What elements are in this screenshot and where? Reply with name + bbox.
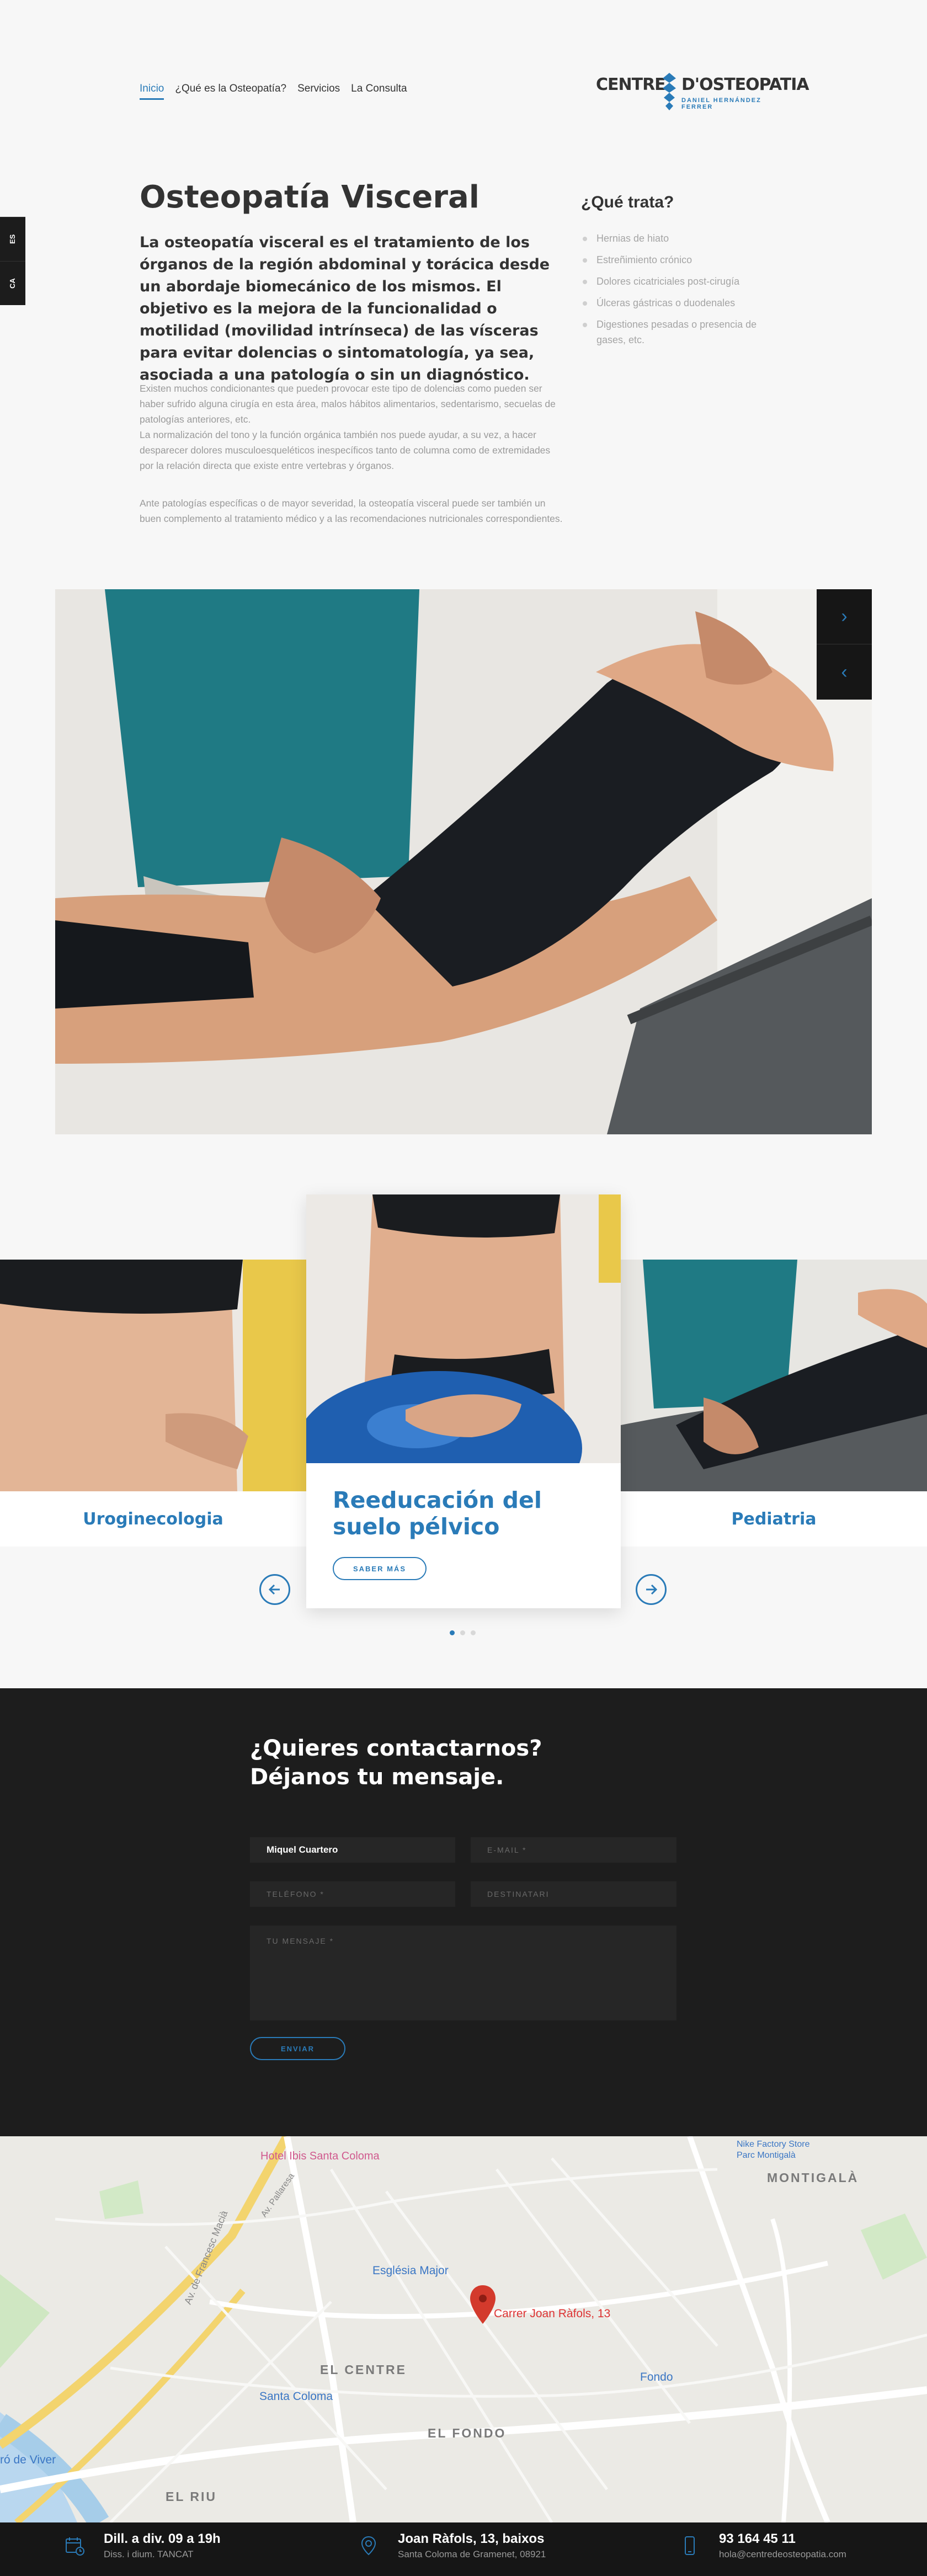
intro-paragraph-3: Ante patologías específicas o de mayor s…	[140, 498, 563, 524]
footer-email[interactable]: hola@centredeosteopatia.com	[719, 2549, 846, 2560]
treats-list: Hernias de hiato Estreñimiento crónico D…	[581, 231, 785, 354]
map-label-address: Carrer Joan Ràfols, 13	[494, 2307, 611, 2320]
recipient-field[interactable]: DESTINATARI	[471, 1881, 676, 1907]
language-switcher: ES CA	[0, 217, 25, 305]
map-label-viver: ró de Viver	[0, 2454, 56, 2466]
message-field[interactable]: TU MENSAJE *	[250, 1926, 676, 2020]
carousel-card-left[interactable]: Uroginecologia	[0, 1260, 306, 1546]
footer-contact: 93 164 45 11 hola@centredeosteopatia.com	[676, 2531, 846, 2560]
map-label-montigala: MONTIGALÀ	[767, 2170, 859, 2185]
location-map[interactable]: Hotel Ibis Santa Coloma Nike Factory Sto…	[0, 2136, 927, 2522]
card-right-photo	[621, 1260, 927, 1491]
hero-prev-button[interactable]: ‹	[817, 644, 872, 700]
carousel-dot[interactable]	[471, 1630, 476, 1635]
card-left-label: Uroginecologia	[83, 1509, 223, 1529]
contact-title: ¿Quieres contactarnos? Déjanos tu mensaj…	[250, 1734, 542, 1791]
footer-hours: Dill. a div. 09 a 19h Diss. i dium. TANC…	[61, 2531, 221, 2560]
name-field[interactable]: Miquel Cuartero	[250, 1837, 455, 1863]
footer-address-title: Joan Ràfols, 13, baixos	[398, 2531, 545, 2546]
card-right-label: Pediatria	[731, 1509, 817, 1529]
hero-next-button[interactable]: ›	[817, 589, 872, 644]
map-label-esglesia: Església Major	[372, 2264, 449, 2277]
hero-photo	[55, 589, 872, 1134]
map-label-nike: Nike Factory Store Parc Montigalà	[737, 2140, 810, 2160]
phone-icon	[676, 2532, 704, 2559]
treats-item: Hernias de hiato	[581, 231, 785, 246]
email-field[interactable]: E-MAIL *	[471, 1837, 676, 1863]
carousel-card-right[interactable]: Pediatria	[621, 1260, 927, 1546]
treats-item: Estreñimiento crónico	[581, 252, 785, 268]
intro-paragraph-1: Existen muchos condicionantes que pueden…	[140, 383, 556, 425]
intro-paragraph-2: La normalización del tono y la función o…	[140, 429, 551, 471]
spine-logo-icon	[663, 73, 676, 110]
carousel-dots	[450, 1630, 476, 1635]
map-label-el-riu: EL RIU	[166, 2489, 217, 2504]
nav-item-servicios[interactable]: Servicios	[297, 83, 340, 100]
treats-item: Digestiones pesadas o presencia de gases…	[581, 317, 785, 348]
footer-address-sub: Santa Coloma de Gramenet, 08921	[398, 2549, 546, 2559]
carousel-dot[interactable]	[450, 1630, 455, 1635]
map-label-hotel: Hotel Ibis Santa Coloma	[260, 2150, 380, 2162]
logo-subtitle: DANIEL HERNÁNDEZ FERRER	[681, 97, 761, 110]
contact-title-line-1: ¿Quieres contactarnos?	[250, 1736, 542, 1761]
footer-hours-sub: Diss. i dium. TANCAT	[104, 2549, 194, 2559]
lang-ca[interactable]: CA	[0, 261, 25, 305]
logo[interactable]: CENTRE D'OSTEOPATIA DANIEL HERNÁNDEZ FER…	[596, 72, 809, 110]
arrow-right-icon	[646, 1584, 658, 1595]
hero-illustration	[55, 589, 872, 1134]
carousel-prev-button[interactable]	[259, 1574, 290, 1605]
calendar-icon	[61, 2532, 88, 2559]
carousel-card-active[interactable]: Reeducación del suelo pélvico	[306, 1194, 621, 1608]
carousel-next-button[interactable]	[636, 1574, 667, 1605]
card-active-title: Reeducación del suelo pélvico	[333, 1487, 542, 1540]
footer-phone[interactable]: 93 164 45 11	[719, 2531, 846, 2547]
page-title: Osteopatía Visceral	[140, 179, 480, 215]
location-pin-icon	[355, 2532, 382, 2559]
map-roads	[0, 2136, 927, 2522]
nav-item-inicio[interactable]: Inicio	[140, 83, 164, 100]
map-label-el-centre: EL CENTRE	[320, 2362, 407, 2377]
treats-item: Úlceras gástricas o duodenales	[581, 295, 785, 311]
submit-button[interactable]: ENVIAR	[250, 2037, 345, 2060]
footer-address: Joan Ràfols, 13, baixos Santa Coloma de …	[355, 2531, 546, 2560]
carousel-dot[interactable]	[460, 1630, 465, 1635]
map-label-el-fondo: EL FONDO	[428, 2426, 507, 2440]
intro-lead: La osteopatía visceral es el tratamiento…	[140, 234, 550, 383]
nav-item-que-es[interactable]: ¿Qué es la Osteopatía?	[175, 83, 286, 100]
logo-word-1: CENTRE	[596, 75, 666, 94]
contact-title-line-2: Déjanos tu mensaje.	[250, 1764, 504, 1790]
logo-word-2: D'OSTEOPATIA	[681, 75, 809, 94]
treats-title: ¿Qué trata?	[581, 193, 674, 211]
nav-item-consulta[interactable]: La Consulta	[351, 83, 407, 100]
arrow-left-icon	[268, 1584, 280, 1595]
lang-es[interactable]: ES	[0, 217, 25, 261]
saber-mas-button[interactable]: SABER MÁS	[333, 1557, 427, 1580]
map-label-santa-coloma: Santa Coloma	[259, 2390, 333, 2403]
treats-item: Dolores cicatriciales post-cirugía	[581, 274, 785, 289]
card-active-photo	[306, 1194, 621, 1463]
footer-hours-title: Dill. a div. 09 a 19h	[104, 2531, 221, 2546]
card-left-photo	[0, 1260, 306, 1491]
hero-slider-nav: › ‹	[817, 589, 872, 700]
phone-field[interactable]: TELÉFONO *	[250, 1881, 455, 1907]
map-label-fondo: Fondo	[640, 2371, 673, 2383]
main-nav: Inicio ¿Qué es la Osteopatía? Servicios …	[140, 83, 407, 100]
